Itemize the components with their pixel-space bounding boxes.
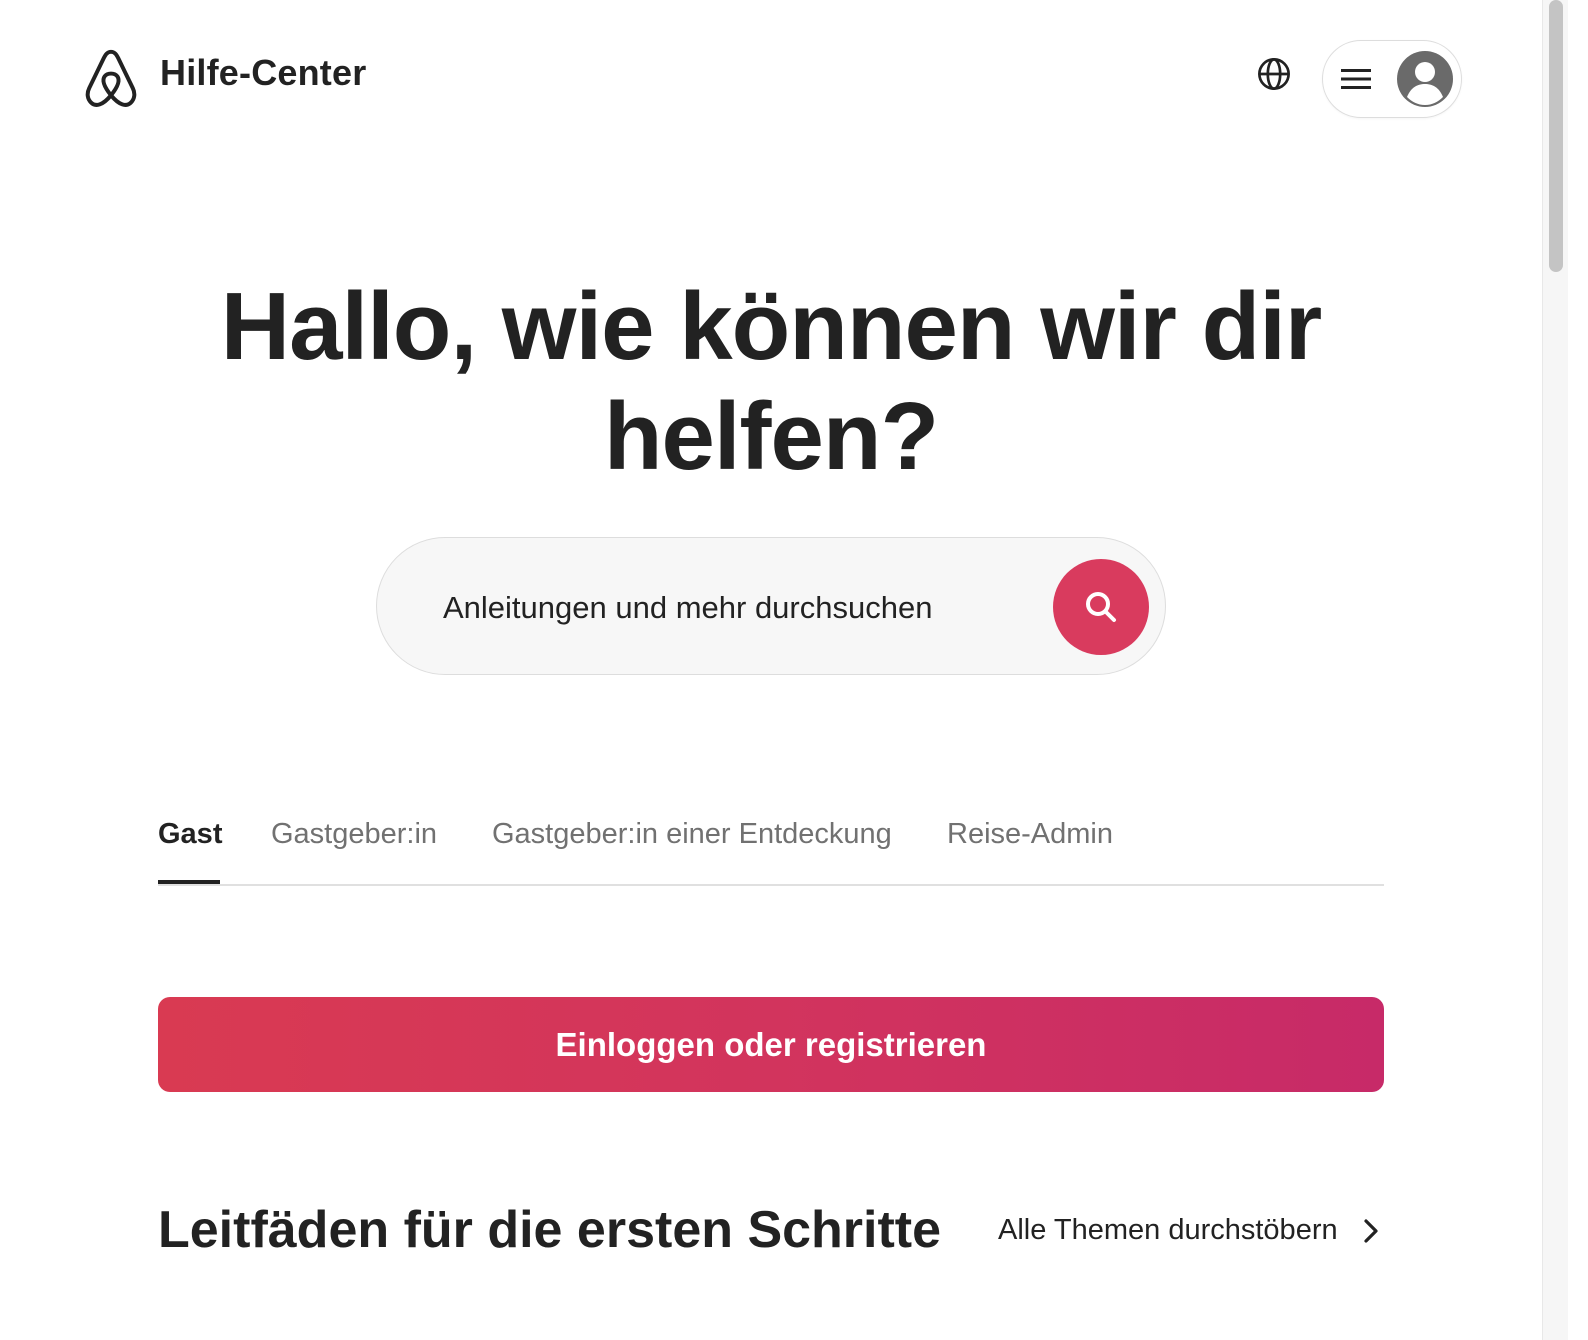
page-title-line-2: helfen? bbox=[603, 383, 939, 490]
globe-icon[interactable] bbox=[1256, 56, 1292, 92]
search-input[interactable] bbox=[441, 582, 1045, 634]
search-button[interactable] bbox=[1053, 559, 1149, 655]
user-avatar-icon bbox=[1397, 51, 1453, 107]
search-icon bbox=[1086, 592, 1116, 622]
tab-gastgeber-entdeckung[interactable]: Gastgeber:in einer Entdeckung bbox=[492, 818, 892, 851]
brand-title[interactable]: Hilfe-Center bbox=[160, 52, 366, 94]
scrollbar-thumb[interactable] bbox=[1549, 0, 1563, 272]
page-title: Hallo, wie können wir dir helfen? bbox=[0, 272, 1542, 492]
header: Hilfe-Center bbox=[0, 0, 1560, 160]
active-tab-indicator bbox=[158, 880, 220, 884]
user-menu-button[interactable] bbox=[1322, 40, 1462, 118]
tab-gast[interactable]: Gast bbox=[158, 818, 222, 851]
scrollbar[interactable] bbox=[1542, 0, 1568, 1340]
tab-reise-admin[interactable]: Reise-Admin bbox=[947, 818, 1113, 851]
airbnb-logo-icon[interactable] bbox=[82, 48, 140, 110]
browse-all-topics-link[interactable]: Alle Themen durchstöbern bbox=[998, 1214, 1338, 1247]
login-register-button[interactable]: Einloggen oder registrieren bbox=[158, 997, 1384, 1092]
chevron-right-icon[interactable] bbox=[1358, 1216, 1384, 1246]
tab-gastgeber[interactable]: Gastgeber:in bbox=[271, 818, 437, 851]
search-bar[interactable] bbox=[376, 537, 1166, 675]
hamburger-menu-icon bbox=[1341, 69, 1371, 89]
page-title-line-1: Hallo, wie können wir dir bbox=[220, 273, 1323, 380]
section-title: Leitfäden für die ersten Schritte bbox=[158, 1201, 942, 1259]
audience-tabs: Gast Gastgeber:in Gastgeber:in einer Ent… bbox=[158, 808, 1384, 886]
